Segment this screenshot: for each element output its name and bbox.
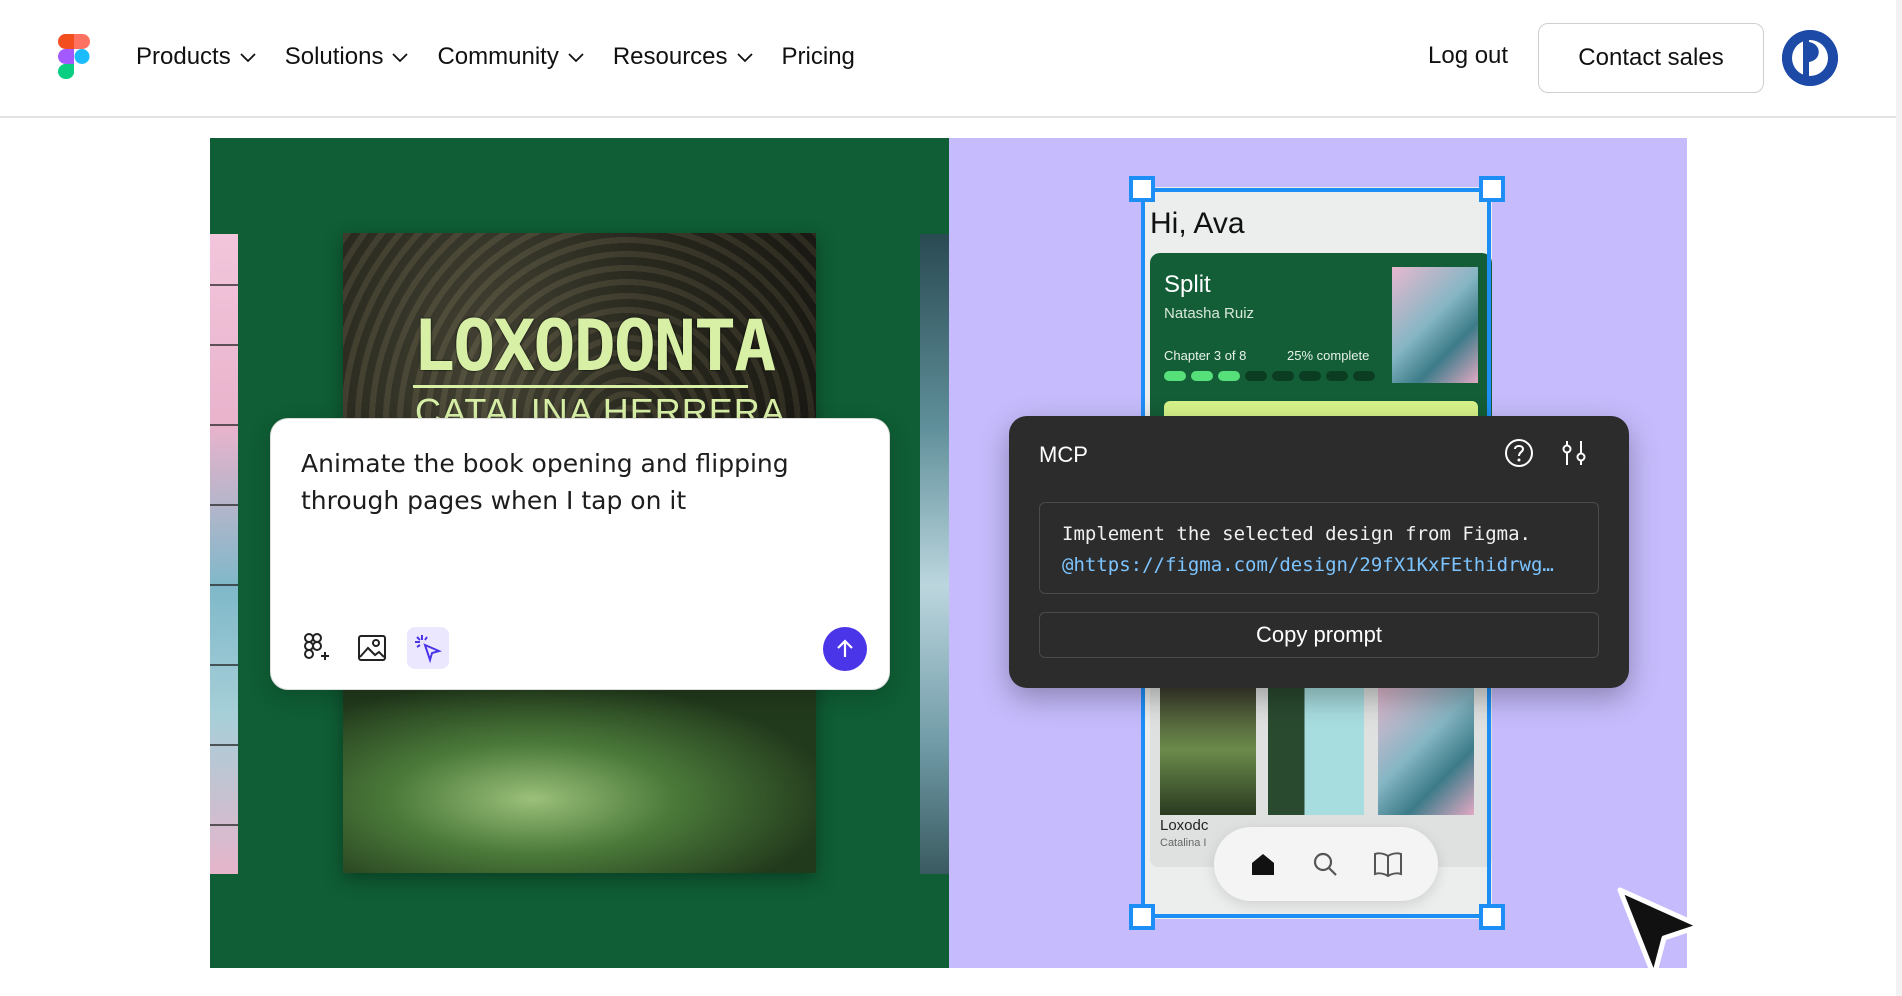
chevron-down-icon bbox=[240, 53, 256, 63]
nav-solutions[interactable]: Solutions bbox=[285, 40, 410, 74]
figma-logo-icon[interactable] bbox=[56, 34, 92, 80]
site-header: Products Solutions Community Resources P… bbox=[0, 0, 1902, 118]
nav-community[interactable]: Community bbox=[437, 40, 584, 74]
nav-products-label: Products bbox=[136, 43, 231, 70]
tab-bar bbox=[1214, 827, 1438, 901]
nav-products[interactable]: Products bbox=[136, 40, 257, 74]
chevron-down-icon bbox=[736, 53, 753, 63]
book-open-icon[interactable] bbox=[1373, 850, 1403, 878]
help-icon[interactable] bbox=[1504, 438, 1534, 468]
shelf-book-loxodonta[interactable] bbox=[1160, 685, 1256, 815]
prompt-input[interactable]: Animate the book opening and flipping th… bbox=[301, 445, 821, 519]
mcp-code-line-1: Implement the selected design from Figma… bbox=[1062, 523, 1531, 545]
book-title: LOXODONTA bbox=[413, 305, 776, 387]
home-icon[interactable] bbox=[1249, 850, 1277, 878]
interaction-mode-button[interactable] bbox=[407, 627, 449, 669]
progress-segment bbox=[1353, 371, 1375, 381]
progress-segment bbox=[1245, 371, 1267, 381]
progress-segment bbox=[1299, 371, 1321, 381]
image-button[interactable] bbox=[351, 627, 393, 669]
contact-sales-button[interactable]: Contact sales bbox=[1538, 23, 1764, 93]
progress-segment bbox=[1164, 371, 1186, 381]
hero-panel-prompt: LOXODONTA CATALINA HERRERA Animate the b… bbox=[210, 138, 949, 968]
mcp-code-url: @https://figma.com/design/29fX1KxFEthidr… bbox=[1062, 554, 1554, 576]
reading-progress-bar bbox=[1164, 371, 1375, 381]
shelf-book-2[interactable] bbox=[1268, 685, 1364, 815]
reading-progress-label: 25% complete bbox=[1287, 348, 1370, 363]
reading-book-cover bbox=[1392, 267, 1478, 383]
mcp-title: MCP bbox=[1039, 442, 1088, 467]
chevron-down-icon bbox=[568, 53, 584, 63]
progress-segment bbox=[1191, 371, 1213, 381]
shelf-book-title: Loxodc bbox=[1160, 817, 1209, 834]
settings-sliders-icon[interactable] bbox=[1559, 438, 1589, 468]
nav-community-label: Community bbox=[437, 43, 559, 70]
avatar[interactable] bbox=[1782, 30, 1838, 86]
copy-prompt-button[interactable]: Copy prompt bbox=[1039, 612, 1599, 658]
sparkle-cursor-icon bbox=[415, 635, 442, 664]
nav-resources[interactable]: Resources bbox=[613, 40, 754, 74]
nav-pricing-label: Pricing bbox=[781, 43, 855, 70]
progress-segment bbox=[1326, 371, 1348, 381]
side-book-cover-left bbox=[210, 234, 238, 874]
prompt-card[interactable]: Animate the book opening and flipping th… bbox=[270, 418, 890, 690]
send-button[interactable] bbox=[823, 627, 867, 671]
shelf-book-author: Catalina I bbox=[1160, 837, 1207, 849]
progress-segment bbox=[1218, 371, 1240, 381]
page-scrollbar[interactable] bbox=[1896, 0, 1902, 996]
mouse-cursor-icon bbox=[1617, 887, 1703, 979]
selection-handle-bl[interactable] bbox=[1129, 904, 1155, 930]
selection-handle-tr[interactable] bbox=[1479, 176, 1505, 202]
reading-title: Split bbox=[1164, 271, 1211, 298]
progress-segment bbox=[1272, 371, 1294, 381]
reading-chapter: Chapter 3 of 8 bbox=[1164, 348, 1247, 363]
nav-pricing[interactable]: Pricing bbox=[782, 40, 855, 74]
greeting: Hi, Ava bbox=[1150, 207, 1245, 240]
logout-link[interactable]: Log out bbox=[1428, 42, 1508, 70]
selection-handle-br[interactable] bbox=[1479, 904, 1505, 930]
search-icon[interactable] bbox=[1311, 850, 1339, 878]
arrow-up-icon bbox=[837, 639, 853, 657]
mcp-prompt-code[interactable]: Implement the selected design from Figma… bbox=[1039, 502, 1599, 594]
figma-plus-button[interactable] bbox=[295, 627, 337, 669]
figma-plus-icon bbox=[304, 633, 329, 660]
image-icon bbox=[358, 635, 386, 661]
selection-handle-tl[interactable] bbox=[1129, 176, 1155, 202]
shelf-book-split[interactable] bbox=[1378, 685, 1474, 815]
nav-solutions-label: Solutions bbox=[284, 43, 384, 70]
reading-author: Natasha Ruiz bbox=[1164, 305, 1255, 322]
nav-resources-label: Resources bbox=[612, 43, 728, 70]
mcp-dialog: MCP Implement the selected design from F… bbox=[1009, 416, 1703, 979]
chevron-down-icon bbox=[392, 53, 409, 63]
side-book-cover-right bbox=[920, 234, 949, 874]
avatar-icon bbox=[1782, 30, 1838, 86]
main-nav: Products Solutions Community Resources P… bbox=[136, 40, 883, 74]
